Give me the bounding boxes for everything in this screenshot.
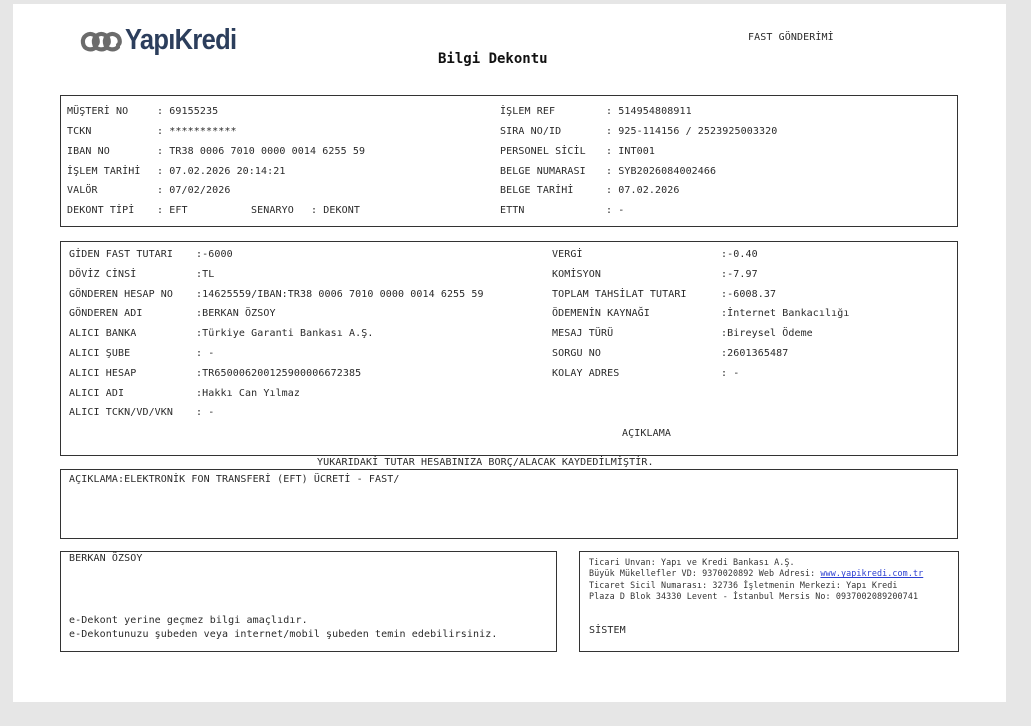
signer: SİSTEM <box>589 625 626 636</box>
bank-website-link[interactable]: www.yapikredi.com.tr <box>820 568 923 578</box>
brand-name: YapıKredi <box>125 24 237 56</box>
bank-trade-name: Ticari Unvan: Yapı ve Kredi Bankası A.Ş. <box>589 557 795 567</box>
description-text: AÇIKLAMA:ELEKTRONİK FON TRANSFERİ (EFT) … <box>69 474 400 485</box>
receipt-page: YapıKredi FAST GÖNDERİMİ Bilgi Dekontu M… <box>13 4 1006 702</box>
transfer-row-message-type: MESAJ TÜRÜ :Bireysel Ödeme <box>552 328 813 339</box>
aciklama-heading: AÇIKLAMA <box>622 428 671 439</box>
transaction-kind: FAST GÖNDERİMİ <box>748 32 834 43</box>
yapikredi-logo: YapıKredi <box>79 24 269 58</box>
info-row-document-date: BELGE TARİHİ : 07.02.2026 <box>500 185 680 196</box>
transfer-row-recipient-tckn: ALICI TCKN/VD/VKN : - <box>69 407 215 418</box>
transfer-row-total: TOPLAM TAHSİLAT TUTARI :-6008.37 <box>552 289 777 300</box>
transfer-details-box: GİDEN FAST TUTARI :-6000 DÖVİZ CİNSİ :TL… <box>60 241 958 456</box>
info-row-ettn: ETTN : - <box>500 205 625 216</box>
transfer-row-easy-address: KOLAY ADRES : - <box>552 368 740 379</box>
transfer-row-query-no: SORGU NO :2601365487 <box>552 348 789 359</box>
info-row-staff-id: PERSONEL SİCİL : INT001 <box>500 146 655 157</box>
transfer-row-commission: KOMİSYON :-7.97 <box>552 269 758 280</box>
info-row-transaction-ref: İŞLEM REF : 514954808911 <box>500 106 692 117</box>
bank-info-box: Ticari Unvan: Yapı ve Kredi Bankası A.Ş.… <box>579 551 959 652</box>
transfer-row-payment-source: ÖDEMENİN KAYNAĞI :İnternet Bankacılığı <box>552 308 850 319</box>
customer-note-box: BERKAN ÖZSOY e-Dekont yerine geçmez bilg… <box>60 551 557 652</box>
logo-symbol-icon <box>80 31 122 52</box>
transfer-row-recipient-name: ALICI ADI :Hakkı Can Yılmaz <box>69 388 301 399</box>
transfer-row-tax: VERGİ :-0.40 <box>552 249 758 260</box>
informational-note: e-Dekont yerine geçmez bilgi amaçlıdır. <box>69 615 308 626</box>
e-receipt-note: e-Dekontunuzu şubeden veya internet/mobi… <box>69 629 498 640</box>
info-row-sequence-no: SIRA NO/ID : 925-114156 / 2523925003320 <box>500 126 778 137</box>
bank-registry-line: Ticaret Sicil Numarası: 32736 İşletmenin… <box>589 579 898 590</box>
customer-name: BERKAN ÖZSOY <box>69 553 143 564</box>
info-row-document-no: BELGE NUMARASI : SYB2026084002466 <box>500 166 717 177</box>
bank-tax-line: Büyük Mükellefler VD: 9370020892 Web Adr… <box>589 568 924 579</box>
debit-credit-notice: YUKARIDAKİ TUTAR HESABINIZA BORÇ/ALACAK … <box>317 457 654 468</box>
bank-address-line: Plaza D Blok 34330 Levent - İstanbul Mer… <box>589 590 919 601</box>
customer-info-box: MÜŞTERİ NO : 69155235 TCKN : ***********… <box>60 95 958 227</box>
description-box: AÇIKLAMA:ELEKTRONİK FON TRANSFERİ (EFT) … <box>60 469 958 539</box>
bank-legal-info: Ticari Unvan: Yapı ve Kredi Bankası A.Ş.… <box>589 557 923 602</box>
document-title: Bilgi Dekontu <box>438 51 548 67</box>
